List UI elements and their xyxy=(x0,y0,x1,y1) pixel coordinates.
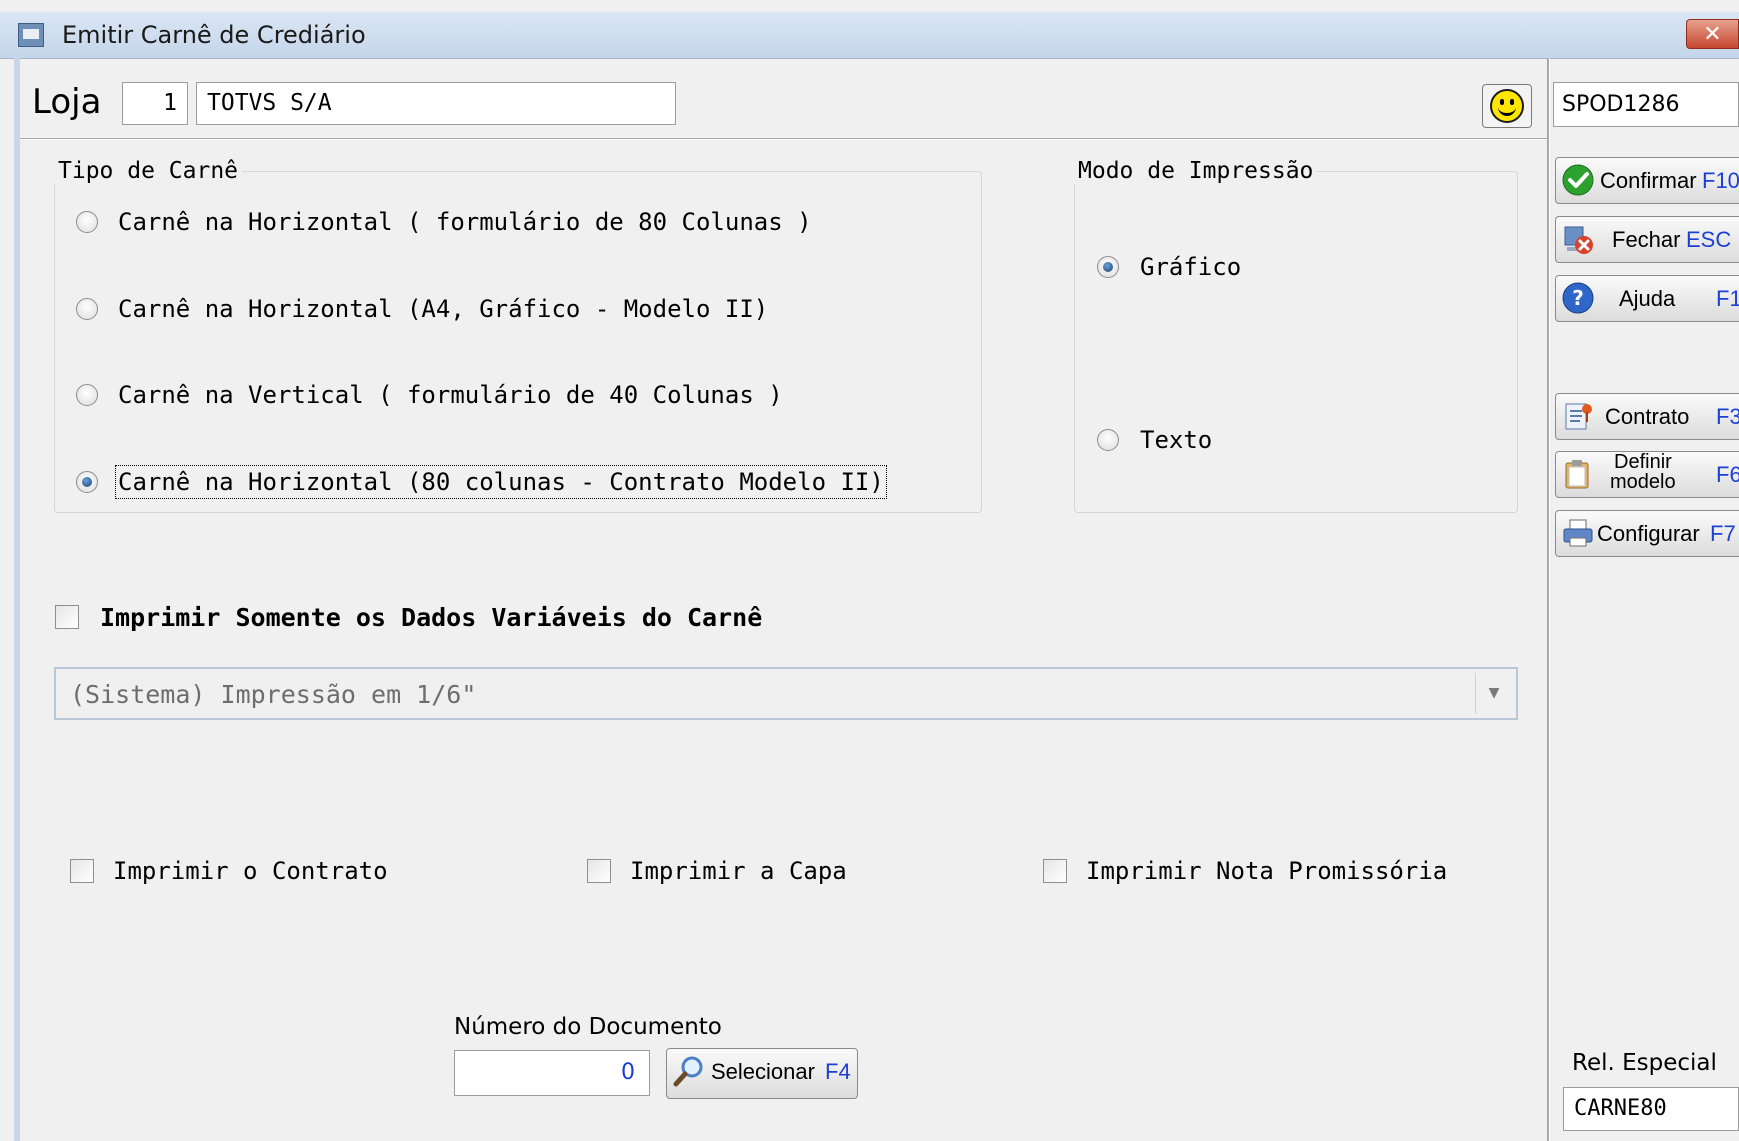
configurar-label: Configurar xyxy=(1597,521,1700,546)
definir-key: F6 xyxy=(1716,462,1739,487)
selecionar-key: F4 xyxy=(825,1059,851,1084)
svg-text:?: ? xyxy=(1572,286,1584,310)
definir-label-line2: modelo xyxy=(1610,471,1676,493)
radio-horizontal-a4[interactable] xyxy=(76,298,98,320)
window-icon xyxy=(18,23,44,47)
numero-documento-label: Número do Documento xyxy=(454,1014,722,1040)
station-field[interactable]: SPOD1286 xyxy=(1553,82,1739,127)
loja-number-field[interactable]: 1 xyxy=(122,82,188,125)
contrato-label[interactable]: Imprimir o Contrato xyxy=(113,857,388,885)
selecionar-button[interactable]: Selecionar F4 xyxy=(666,1048,858,1099)
title-bar: Emitir Carnê de Crediário ✕ xyxy=(0,12,1739,59)
confirmar-button[interactable]: Confirmar F10 xyxy=(1555,157,1739,204)
configurar-button[interactable]: Configurar F7 xyxy=(1555,510,1739,557)
impressao-combo-value: (Sistema) Impressão em 1/6" xyxy=(70,680,477,709)
radio-vertical-40[interactable] xyxy=(76,384,98,406)
ajuda-button[interactable]: ? Ajuda F1 xyxy=(1555,275,1739,322)
magnifier-icon xyxy=(673,1056,703,1087)
ajuda-key: F1 xyxy=(1716,286,1739,311)
radio-label-horizontal-contrato[interactable]: Carnê na Horizontal (80 colunas - Contra… xyxy=(115,465,887,499)
printer-icon xyxy=(1563,519,1593,547)
document-pin-icon xyxy=(1565,403,1592,430)
nota-promissoria-label[interactable]: Imprimir Nota Promissória xyxy=(1086,857,1447,885)
definir-label-line1: Definir xyxy=(1614,451,1672,473)
window-title: Emitir Carnê de Crediário xyxy=(62,21,366,49)
dados-variaveis-checkbox[interactable] xyxy=(55,605,79,629)
radio-label-texto[interactable]: Texto xyxy=(1140,426,1212,454)
tipo-carne-title: Tipo de Carnê xyxy=(54,158,243,184)
loja-name-field[interactable]: TOTVS S/A xyxy=(196,82,676,125)
ajuda-label: Ajuda xyxy=(1619,286,1676,311)
checkmark-icon xyxy=(1562,164,1594,196)
chevron-down-icon[interactable]: ▼ xyxy=(1475,673,1512,714)
capa-label[interactable]: Imprimir a Capa xyxy=(630,857,847,885)
close-door-icon xyxy=(1564,226,1593,254)
radio-texto[interactable] xyxy=(1097,429,1119,451)
confirmar-key: F10 xyxy=(1702,168,1739,193)
radio-label-vertical-40[interactable]: Carnê na Vertical ( formulário de 40 Col… xyxy=(118,381,783,409)
fechar-key: ESC xyxy=(1686,227,1732,252)
clipboard-icon xyxy=(1565,460,1589,489)
window-left-border xyxy=(14,58,20,1141)
fechar-label: Fechar xyxy=(1612,227,1681,252)
close-button[interactable]: ✕ xyxy=(1686,19,1739,49)
contrato-key: F3 xyxy=(1716,404,1739,429)
contrato-checkbox[interactable] xyxy=(70,859,94,883)
modo-impressao-group xyxy=(1074,171,1518,513)
radio-horizontal-80[interactable] xyxy=(76,211,98,233)
radio-horizontal-contrato[interactable] xyxy=(76,471,98,493)
close-icon: ✕ xyxy=(1703,22,1722,47)
sidebar-divider xyxy=(1547,58,1550,1141)
numero-documento-input[interactable]: 0 xyxy=(454,1050,650,1096)
impressao-combo[interactable]: (Sistema) Impressão em 1/6" ▼ xyxy=(54,667,1518,720)
confirmar-label: Confirmar xyxy=(1600,168,1697,193)
radio-label-grafico[interactable]: Gráfico xyxy=(1140,253,1241,281)
header-divider xyxy=(20,138,1547,140)
radio-grafico[interactable] xyxy=(1097,256,1119,278)
capa-checkbox[interactable] xyxy=(587,859,611,883)
help-icon: ? xyxy=(1562,282,1594,314)
smiley-icon xyxy=(1490,89,1524,123)
emitir-carne-window: Emitir Carnê de Crediário ✕ Loja 1 TOTVS… xyxy=(0,0,1739,1141)
configurar-key: F7 xyxy=(1710,521,1736,546)
contrato-button[interactable]: Contrato F3 xyxy=(1555,393,1739,440)
definir-modelo-button[interactable]: Definir modelo F6 xyxy=(1555,451,1739,498)
rel-especial-label: Rel. Especial xyxy=(1572,1050,1717,1076)
radio-label-horizontal-80[interactable]: Carnê na Horizontal ( formulário de 80 C… xyxy=(118,208,812,236)
contrato-button-label: Contrato xyxy=(1605,404,1690,429)
selecionar-label: Selecionar xyxy=(711,1059,815,1084)
fechar-button[interactable]: Fechar ESC xyxy=(1555,216,1739,263)
modo-impressao-title: Modo de Impressão xyxy=(1074,158,1318,184)
dados-variaveis-label[interactable]: Imprimir Somente os Dados Variáveis do C… xyxy=(100,603,762,632)
radio-label-horizontal-a4[interactable]: Carnê na Horizontal (A4, Gráfico - Model… xyxy=(118,295,768,323)
rel-especial-field[interactable]: CARNE80 xyxy=(1563,1087,1739,1131)
loja-label: Loja xyxy=(32,82,102,122)
status-smiley-button[interactable] xyxy=(1482,84,1532,128)
nota-promissoria-checkbox[interactable] xyxy=(1043,859,1067,883)
